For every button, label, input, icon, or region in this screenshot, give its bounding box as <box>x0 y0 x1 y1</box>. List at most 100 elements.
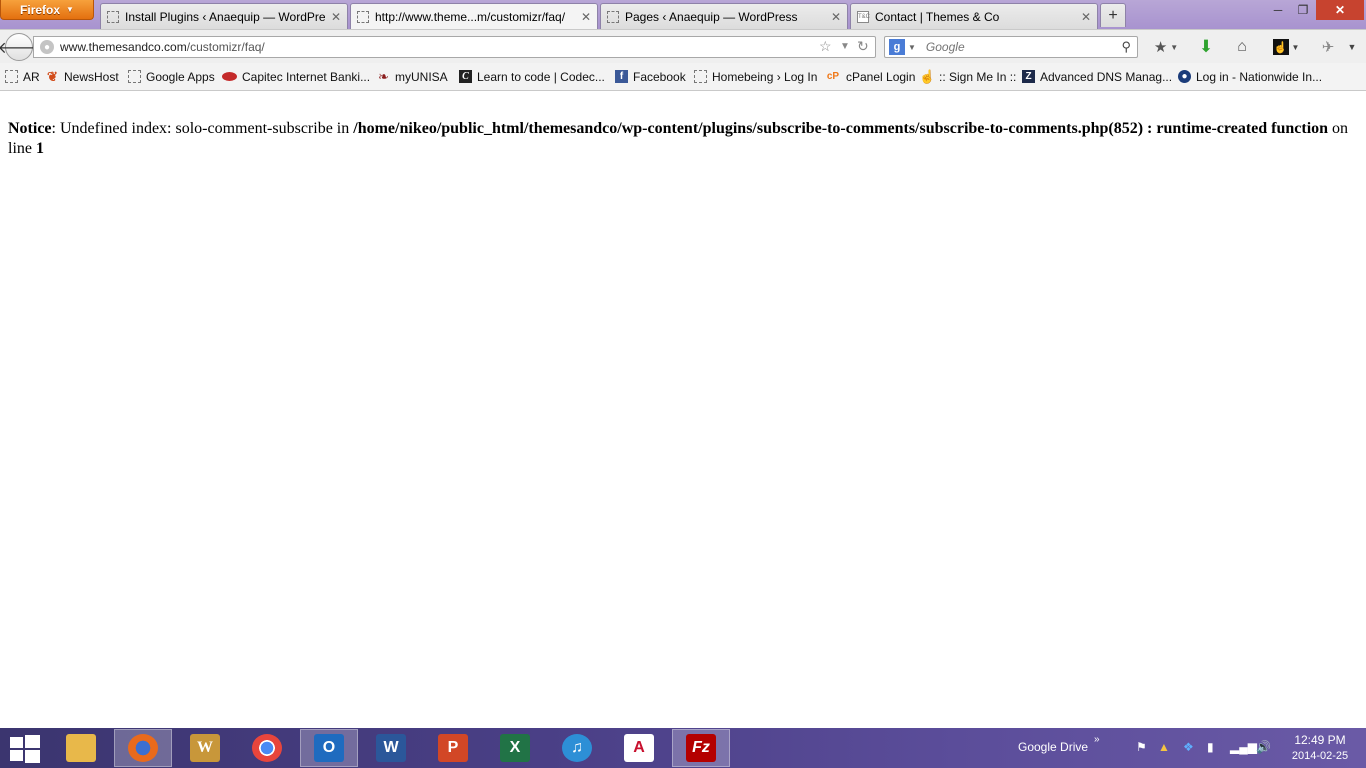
thumb-icon: ☝ <box>919 68 936 84</box>
bookmark-label: Capitec Internet Banki... <box>242 69 371 84</box>
close-icon[interactable]: ✕ <box>581 10 591 24</box>
tab-install-plugins[interactable]: Install Plugins ‹ Anaequip — WordPre... … <box>100 3 348 29</box>
new-tab-button[interactable]: + <box>1100 3 1126 27</box>
chevron-down-icon[interactable]: ▼ <box>1344 37 1360 57</box>
minimize-button[interactable]: ─ <box>1266 0 1290 20</box>
chevron-down-icon[interactable]: ▼ <box>908 43 916 52</box>
addon-icon[interactable]: ✈ <box>1318 37 1338 57</box>
bookmark-label: Facebook <box>633 69 686 84</box>
notice-text: : Undefined index: solo-comment-subscrib… <box>51 120 354 137</box>
taskbar-filezilla[interactable]: Fz <box>672 729 730 767</box>
outlook-icon: O <box>314 734 344 762</box>
bookmark-newshost[interactable]: ❦ NewsHost <box>46 63 119 90</box>
folder-icon <box>66 734 96 762</box>
cpanel-icon: cP <box>826 71 840 82</box>
google-icon[interactable]: g <box>889 39 905 55</box>
signal-icon[interactable]: ▂▄▆ <box>1230 740 1257 754</box>
bookmark-ar[interactable]: AR <box>5 63 40 90</box>
bookmark-myunisa[interactable]: ❧ myUNISA <box>377 63 448 90</box>
nationwide-icon: ● <box>1178 70 1191 83</box>
filezilla-icon: Fz <box>686 734 716 762</box>
volume-icon[interactable]: 🔊 <box>1256 740 1271 754</box>
page-icon <box>107 10 119 23</box>
bookmark-label: Log in - Nationwide In... <box>1196 69 1323 84</box>
firefox-menu-label: Firefox <box>20 2 61 17</box>
close-icon[interactable]: ✕ <box>831 10 841 24</box>
browser-title-bar: Firefox ▼ Install Plugins ‹ Anaequip — W… <box>0 0 1366 30</box>
notice-line-number: 1 <box>36 140 44 157</box>
extension-icon[interactable]: ☝ ▼ <box>1270 37 1302 57</box>
wordweb-icon: W <box>190 734 220 762</box>
taskbar-file-explorer[interactable] <box>52 729 110 767</box>
battery-icon[interactable]: ▮ <box>1207 740 1214 754</box>
globe-icon[interactable]: ● <box>40 40 54 54</box>
chevron-up-icon[interactable]: » <box>1094 734 1100 745</box>
close-window-button[interactable]: ✕ <box>1316 0 1364 20</box>
taskbar-firefox[interactable] <box>114 729 172 767</box>
taskbar-wordweb[interactable]: W <box>176 729 234 767</box>
url-path: /customizr/faq/ <box>186 40 265 54</box>
firefox-menu-button[interactable]: Firefox ▼ <box>0 0 94 20</box>
search-bar[interactable]: g ▼ ⚲ <box>884 36 1138 58</box>
dropbox-icon[interactable]: ❖ <box>1183 740 1194 754</box>
bookmark-facebook[interactable]: f Facebook <box>615 63 686 90</box>
bookmark-advanced-dns[interactable]: Z Advanced DNS Manag... <box>1022 63 1172 90</box>
tab-pages-anaequip[interactable]: Pages ‹ Anaequip — WordPress ✕ <box>600 3 848 29</box>
tab-label: Pages ‹ Anaequip — WordPress <box>625 9 798 24</box>
taskbar-excel[interactable]: X <box>486 729 544 767</box>
taskbar-chrome[interactable] <box>238 729 296 767</box>
newshost-icon: ❦ <box>47 68 58 84</box>
bookmark-sign-me-in[interactable]: ☝ :: Sign Me In :: <box>919 63 1016 90</box>
page-icon <box>607 10 619 23</box>
url-input[interactable]: www.themesandco.com/customizr/faq/ <box>60 40 800 54</box>
search-input[interactable] <box>923 39 1118 55</box>
bookmarks-menu-icon[interactable]: ★ ▼ <box>1150 37 1182 57</box>
taskbar-itunes[interactable]: ♫ <box>548 729 606 767</box>
url-host: www.themesandco.com <box>60 40 187 54</box>
bookmark-capitec[interactable]: Capitec Internet Banki... <box>222 63 370 90</box>
bookmark-cpanel[interactable]: cP cPanel Login <box>825 63 916 90</box>
bookmark-google-apps[interactable]: Google Apps <box>128 63 215 90</box>
themesandco-favicon-icon: T&C <box>857 10 870 23</box>
bookmark-label: AR <box>23 69 40 84</box>
tab-label: http://www.theme...m/customizr/faq/ <box>375 10 566 24</box>
bookmark-star-icon[interactable]: ☆ <box>819 38 832 55</box>
taskbar-outlook[interactable]: O <box>300 729 358 767</box>
page-icon <box>5 70 18 83</box>
url-bar[interactable]: ● www.themesandco.com/customizr/faq/ ☆ ▼… <box>33 36 876 58</box>
home-icon[interactable]: ⌂ <box>1232 37 1252 57</box>
bookmark-homebeing[interactable]: Homebeing › Log In <box>694 63 817 90</box>
taskbar-powerpoint[interactable]: P <box>424 729 482 767</box>
tray-google-drive-label[interactable]: Google Drive <box>1018 740 1088 754</box>
flag-icon[interactable]: ⚑ <box>1136 740 1147 754</box>
bookmark-codecademy[interactable]: C Learn to code | Codec... <box>459 63 605 90</box>
php-notice-message: Notice: Undefined index: solo-comment-su… <box>8 119 1360 159</box>
zone-icon: Z <box>1022 70 1035 83</box>
bookmark-label: myUNISA <box>395 69 448 84</box>
search-icon[interactable]: ⚲ <box>1121 39 1131 55</box>
close-icon[interactable]: ✕ <box>1081 10 1091 24</box>
download-icon[interactable]: ⬇ <box>1196 37 1216 57</box>
chevron-down-icon: ▼ <box>66 5 74 14</box>
google-drive-icon[interactable]: ▲ <box>1158 740 1170 754</box>
unisa-icon: ❧ <box>378 68 389 84</box>
facebook-icon: f <box>615 70 628 83</box>
tab-customizr-faq[interactable]: http://www.theme...m/customizr/faq/ ✕ <box>350 3 598 30</box>
reload-icon[interactable]: ↻ <box>857 38 869 55</box>
windows-start-icon[interactable] <box>10 734 40 763</box>
restore-button[interactable]: ❐ <box>1291 0 1315 20</box>
page-icon <box>357 11 369 23</box>
tab-contact-themes-co[interactable]: T&C Contact | Themes & Co ✕ <box>850 3 1098 29</box>
tab-label: Install Plugins ‹ Anaequip — WordPre... <box>125 9 325 24</box>
navigation-toolbar: 🡐 ● www.themesandco.com/customizr/faq/ ☆… <box>0 29 1366 63</box>
taskbar-acrobat[interactable]: A <box>610 729 668 767</box>
bookmark-nationwide[interactable]: ● Log in - Nationwide In... <box>1178 63 1322 90</box>
back-button[interactable]: 🡐 <box>0 33 40 61</box>
history-dropdown-icon[interactable]: ▼ <box>840 41 850 52</box>
clock-time[interactable]: 12:49 PM <box>1290 733 1350 747</box>
clock-date[interactable]: 2014-02-25 <box>1287 750 1353 762</box>
chrome-icon <box>252 734 282 762</box>
close-icon[interactable]: ✕ <box>331 10 341 24</box>
bookmark-label: Google Apps <box>146 69 215 84</box>
taskbar-word[interactable]: W <box>362 729 420 767</box>
